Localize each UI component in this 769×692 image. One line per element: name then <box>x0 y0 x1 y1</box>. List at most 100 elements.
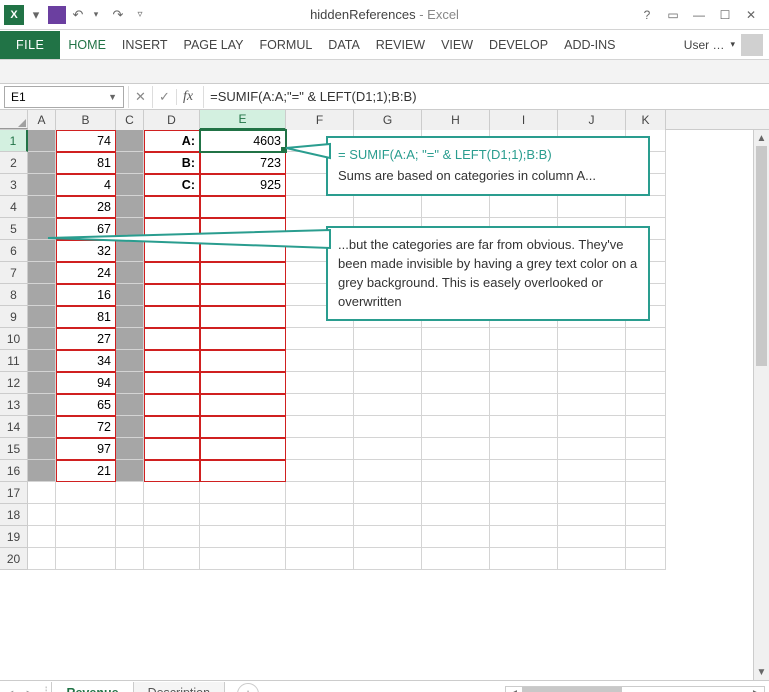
cell-B17[interactable] <box>56 482 116 504</box>
cell-F17[interactable] <box>286 482 354 504</box>
cell-E4[interactable] <box>200 196 286 218</box>
cell-F11[interactable] <box>286 350 354 372</box>
file-tab[interactable]: FILE <box>0 31 60 59</box>
cell-D8[interactable] <box>144 284 200 306</box>
row-header-1[interactable]: 1 <box>0 130 28 152</box>
cell-A7[interactable] <box>28 262 56 284</box>
new-sheet-button[interactable]: + <box>237 683 259 692</box>
cell-I19[interactable] <box>490 526 558 548</box>
cell-I10[interactable] <box>490 328 558 350</box>
row-header-4[interactable]: 4 <box>0 196 28 218</box>
cell-G15[interactable] <box>354 438 422 460</box>
row-header-2[interactable]: 2 <box>0 152 28 174</box>
cell-I16[interactable] <box>490 460 558 482</box>
cell-H4[interactable] <box>422 196 490 218</box>
close-icon[interactable]: ✕ <box>739 4 763 26</box>
sheet-tab-revenue[interactable]: Revenue <box>51 682 133 692</box>
cell-F15[interactable] <box>286 438 354 460</box>
cell-D13[interactable] <box>144 394 200 416</box>
sheet-tab-description[interactable]: Description <box>133 682 226 692</box>
cell-E7[interactable] <box>200 262 286 284</box>
cell-I12[interactable] <box>490 372 558 394</box>
cell-G19[interactable] <box>354 526 422 548</box>
cell-J10[interactable] <box>558 328 626 350</box>
cell-B18[interactable] <box>56 504 116 526</box>
help-icon[interactable]: ? <box>635 4 659 26</box>
cell-A18[interactable] <box>28 504 56 526</box>
cell-I18[interactable] <box>490 504 558 526</box>
cell-J11[interactable] <box>558 350 626 372</box>
hscroll-track[interactable] <box>522 687 748 692</box>
row-header-5[interactable]: 5 <box>0 218 28 240</box>
cell-F14[interactable] <box>286 416 354 438</box>
cell-E3[interactable]: 925 <box>200 174 286 196</box>
cell-A20[interactable] <box>28 548 56 570</box>
cell-A15[interactable] <box>28 438 56 460</box>
cell-J14[interactable] <box>558 416 626 438</box>
cell-J13[interactable] <box>558 394 626 416</box>
cell-B1[interactable]: 74 <box>56 130 116 152</box>
cell-E18[interactable] <box>200 504 286 526</box>
cell-A10[interactable] <box>28 328 56 350</box>
scroll-track[interactable] <box>754 146 769 664</box>
cell-E14[interactable] <box>200 416 286 438</box>
cell-G20[interactable] <box>354 548 422 570</box>
tab-pagelayout[interactable]: PAGE LAY <box>176 31 252 59</box>
cell-F20[interactable] <box>286 548 354 570</box>
cell-A12[interactable] <box>28 372 56 394</box>
save-icon[interactable] <box>48 6 66 24</box>
cell-A2[interactable] <box>28 152 56 174</box>
minimize-icon[interactable]: — <box>687 4 711 26</box>
cell-H15[interactable] <box>422 438 490 460</box>
cell-E1[interactable]: 4603 <box>200 130 286 152</box>
cell-D14[interactable] <box>144 416 200 438</box>
cell-C19[interactable] <box>116 526 144 548</box>
qat-dropdown-icon[interactable]: ▾ <box>26 5 46 25</box>
sheet-nav-next-icon[interactable]: ► <box>20 683 40 692</box>
cell-D16[interactable] <box>144 460 200 482</box>
cell-B16[interactable]: 21 <box>56 460 116 482</box>
cell-E11[interactable] <box>200 350 286 372</box>
col-header-C[interactable]: C <box>116 110 144 130</box>
cell-C14[interactable] <box>116 416 144 438</box>
cell-G12[interactable] <box>354 372 422 394</box>
col-header-F[interactable]: F <box>286 110 354 130</box>
formula-input[interactable]: =SUMIF(A:A;"=" & LEFT(D1;1);B:B) <box>203 86 769 108</box>
cell-C11[interactable] <box>116 350 144 372</box>
cell-G18[interactable] <box>354 504 422 526</box>
cell-K15[interactable] <box>626 438 666 460</box>
cell-H13[interactable] <box>422 394 490 416</box>
fx-icon[interactable]: fx <box>176 89 203 105</box>
cell-A1[interactable] <box>28 130 56 152</box>
cell-C17[interactable] <box>116 482 144 504</box>
chevron-down-icon[interactable]: ▼ <box>108 92 117 102</box>
cell-D18[interactable] <box>144 504 200 526</box>
ribbon-options-icon[interactable]: ▭ <box>661 4 685 26</box>
maximize-icon[interactable]: ☐ <box>713 4 737 26</box>
cell-E12[interactable] <box>200 372 286 394</box>
cell-J18[interactable] <box>558 504 626 526</box>
cell-B15[interactable]: 97 <box>56 438 116 460</box>
cell-E16[interactable] <box>200 460 286 482</box>
row-header-9[interactable]: 9 <box>0 306 28 328</box>
cell-B11[interactable]: 34 <box>56 350 116 372</box>
cell-G17[interactable] <box>354 482 422 504</box>
cell-E13[interactable] <box>200 394 286 416</box>
cell-J19[interactable] <box>558 526 626 548</box>
cell-G14[interactable] <box>354 416 422 438</box>
cell-K17[interactable] <box>626 482 666 504</box>
cell-G10[interactable] <box>354 328 422 350</box>
cell-B20[interactable] <box>56 548 116 570</box>
col-header-A[interactable]: A <box>28 110 56 130</box>
cell-J4[interactable] <box>558 196 626 218</box>
name-box[interactable]: E1 ▼ <box>4 86 124 108</box>
cell-K4[interactable] <box>626 196 666 218</box>
cell-B12[interactable]: 94 <box>56 372 116 394</box>
scroll-up-icon[interactable]: ▲ <box>754 130 769 146</box>
col-header-H[interactable]: H <box>422 110 490 130</box>
cell-D15[interactable] <box>144 438 200 460</box>
cell-A3[interactable] <box>28 174 56 196</box>
redo-icon[interactable]: ↷ <box>108 5 128 25</box>
cell-B2[interactable]: 81 <box>56 152 116 174</box>
cell-B10[interactable]: 27 <box>56 328 116 350</box>
